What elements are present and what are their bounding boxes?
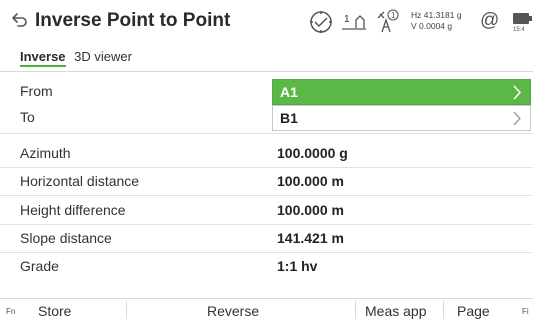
page-button[interactable]: Page — [457, 303, 490, 319]
divider — [443, 301, 444, 319]
result-row-slope-distance: Slope distance 141.421 m — [0, 225, 533, 253]
divider — [355, 301, 356, 319]
fn-right-key[interactable]: Fi — [522, 307, 529, 316]
result-row-grade: Grade 1:1 hv — [0, 253, 533, 281]
height-difference-label: Height difference — [20, 202, 126, 218]
satellite-icon[interactable]: 1 — [374, 8, 400, 36]
divider — [0, 133, 533, 134]
tab-divider — [0, 71, 533, 72]
reverse-button[interactable]: Reverse — [207, 303, 259, 319]
tab-bar: Inverse 3D viewer — [20, 49, 137, 67]
target-icon[interactable] — [308, 9, 334, 35]
result-row-height-difference: Height difference 100.000 m — [0, 197, 533, 225]
chevron-right-icon — [513, 85, 522, 100]
azimuth-label: Azimuth — [20, 145, 71, 161]
svg-text:1: 1 — [391, 11, 396, 20]
fn-left-key[interactable]: Fn — [6, 307, 15, 316]
to-label: To — [20, 109, 35, 125]
from-label: From — [20, 83, 53, 99]
slope-distance-value: 141.421 m — [277, 230, 344, 246]
from-row: From A1 — [0, 78, 533, 106]
divider — [0, 195, 533, 196]
at-icon[interactable]: @ — [480, 10, 499, 32]
to-point-value: B1 — [280, 110, 298, 126]
prism-number: 1 — [344, 14, 350, 25]
azimuth-value: 100.0000 g — [277, 145, 348, 161]
function-bar: Fn Store Reverse Meas app Page Fi — [0, 298, 533, 320]
v-angle: V 0.0004 g — [411, 21, 453, 31]
to-point-select[interactable]: B1 — [272, 105, 531, 131]
clock: 15:4 — [513, 27, 525, 33]
store-button[interactable]: Store — [38, 303, 71, 319]
from-point-value: A1 — [280, 84, 298, 100]
angle-readout: Hz 41.3181 g V 0.0004 g — [411, 10, 462, 32]
grade-label: Grade — [20, 258, 59, 274]
horizontal-distance-label: Horizontal distance — [20, 173, 140, 189]
back-icon[interactable] — [10, 12, 28, 30]
tab-inverse[interactable]: Inverse — [20, 49, 66, 67]
hz-angle: Hz 41.3181 g — [411, 10, 462, 20]
page-title: Inverse Point to Point — [35, 10, 231, 31]
to-row: To B1 — [0, 104, 533, 132]
chevron-right-icon — [513, 111, 521, 126]
height-difference-value: 100.000 m — [277, 202, 344, 218]
title-bar: Inverse Point to Point 1 1 Hz 41.3181 g … — [0, 0, 533, 44]
grade-value: 1:1 hv — [277, 258, 318, 274]
battery-icon[interactable]: 15:4 — [513, 10, 533, 36]
slope-distance-label: Slope distance — [20, 230, 112, 246]
meas-app-button[interactable]: Meas app — [365, 303, 426, 319]
result-row-horizontal-distance: Horizontal distance 100.000 m — [0, 168, 533, 196]
horizontal-distance-value: 100.000 m — [277, 173, 344, 189]
from-point-select[interactable]: A1 — [272, 79, 531, 105]
tab-3d-viewer[interactable]: 3D viewer — [74, 49, 132, 64]
result-row-azimuth: Azimuth 100.0000 g — [0, 140, 533, 168]
divider — [126, 301, 127, 319]
